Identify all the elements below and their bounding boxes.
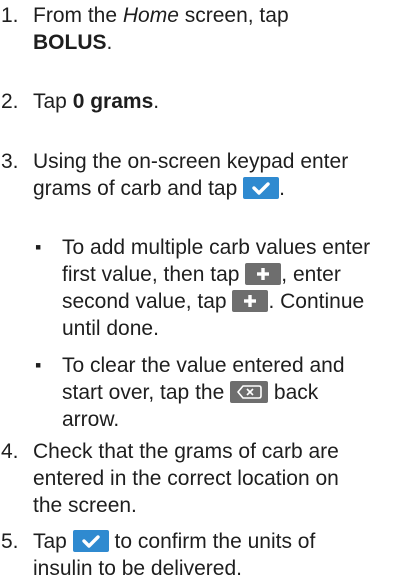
step-number: 1. bbox=[1, 4, 19, 27]
text-segment: start over, tap the bbox=[62, 381, 231, 404]
text-segment: first value, then tap bbox=[62, 263, 246, 286]
text-segment: Tap bbox=[33, 530, 73, 553]
text-segment: to confirm the units of bbox=[108, 530, 316, 553]
step-line: Check that the grams of carb are bbox=[33, 440, 339, 463]
step-text: Tap to confirm the units of insulin to b… bbox=[33, 528, 411, 582]
bullet-line: start over, tap the back bbox=[62, 379, 412, 406]
bullet-line: second value, tap . Continue bbox=[62, 288, 412, 315]
step-number: 2. bbox=[1, 90, 19, 113]
text-segment: grams of carb and tap bbox=[33, 177, 244, 200]
plus-icon bbox=[245, 263, 282, 285]
backspace-icon bbox=[230, 381, 269, 403]
step-line: entered in the correct location on bbox=[33, 467, 339, 490]
text-segment: Tap bbox=[33, 90, 73, 113]
bullet-line: first value, then tap , enter bbox=[62, 261, 412, 288]
bullet-text: To add multiple carb values enter first … bbox=[62, 234, 412, 342]
bullet-line: To add multiple carb values enter bbox=[62, 236, 371, 259]
text-segment: . bbox=[106, 31, 113, 54]
bullet-marker: ▪ bbox=[35, 237, 42, 257]
bullet-line: To clear the value entered and bbox=[62, 354, 345, 377]
bullet-text: To clear the value entered and start ove… bbox=[62, 352, 412, 433]
step-number: 4. bbox=[1, 440, 19, 463]
bullet-marker: ▪ bbox=[35, 355, 42, 375]
step-line: grams of carb and tap . bbox=[33, 175, 411, 202]
step-text: Tap 0 grams. bbox=[33, 88, 411, 115]
step-line: Tap 0 grams. bbox=[33, 88, 411, 115]
plus-icon bbox=[232, 290, 269, 312]
step-number: 5. bbox=[1, 530, 19, 553]
step-text: From the Home screen, tap BOLUS. bbox=[33, 2, 411, 56]
text-segment: . bbox=[279, 177, 285, 200]
bolus-label: BOLUS bbox=[33, 31, 107, 54]
checkmark-icon bbox=[72, 530, 109, 552]
checkmark-icon bbox=[243, 177, 280, 199]
step-line: insulin to be delivered. bbox=[33, 557, 242, 580]
home-screen-label: Home bbox=[122, 4, 179, 27]
step-line: BOLUS. bbox=[33, 29, 411, 56]
step-number: 3. bbox=[1, 150, 19, 173]
step-line: Tap to confirm the units of bbox=[33, 528, 411, 555]
step-text: Using the on-screen keypad enter grams o… bbox=[33, 148, 411, 202]
text-segment: second value, tap bbox=[62, 290, 233, 313]
step-text: Check that the grams of carb are entered… bbox=[33, 438, 411, 519]
bullet-line: until done. bbox=[62, 317, 159, 340]
text-segment: . Continue bbox=[268, 290, 365, 313]
text-segment: screen, tap bbox=[178, 4, 289, 27]
text-segment: back bbox=[268, 381, 319, 404]
step-line: the screen. bbox=[33, 494, 137, 517]
text-segment: , enter bbox=[281, 263, 341, 286]
step-line: From the Home screen, tap bbox=[33, 2, 411, 29]
bullet-line: arrow. bbox=[62, 408, 120, 431]
text-segment: . bbox=[153, 90, 160, 113]
zero-grams-label: 0 grams bbox=[72, 90, 154, 113]
text-segment: From the bbox=[33, 4, 123, 27]
step-line: Using the on-screen keypad enter bbox=[33, 150, 349, 173]
